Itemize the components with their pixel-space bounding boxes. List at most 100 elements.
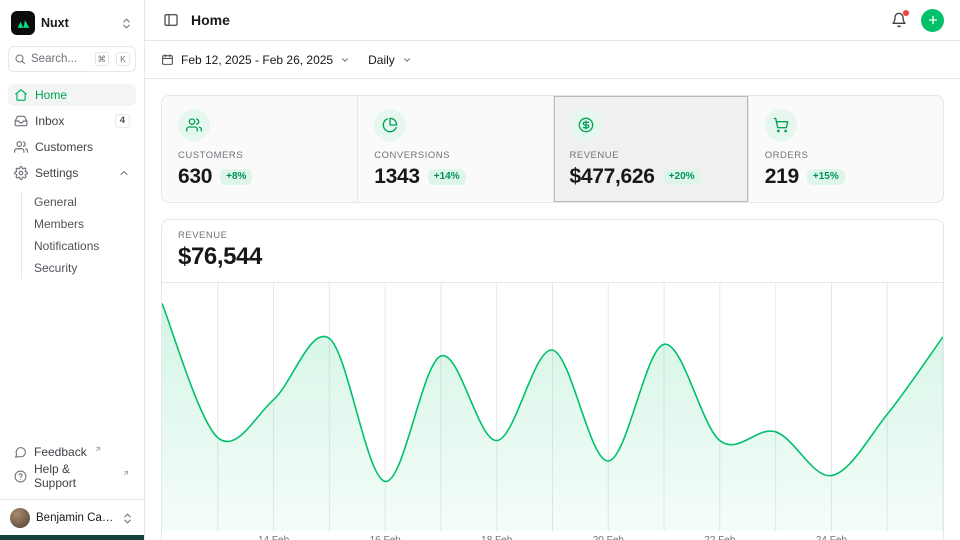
stat-label: REVENUE — [570, 150, 732, 161]
stat-value: 1343 — [374, 165, 420, 189]
date-range-picker[interactable]: Feb 12, 2025 - Feb 26, 2025 — [161, 53, 350, 67]
date-range-label: Feb 12, 2025 - Feb 26, 2025 — [181, 53, 333, 67]
external-link-icon — [94, 445, 102, 453]
sidebar-item-inbox[interactable]: Inbox 4 — [8, 110, 136, 132]
sidebar-item-label: Inbox — [35, 114, 64, 128]
period-select[interactable]: Daily — [368, 53, 412, 67]
x-axis-label: 22 Feb — [704, 535, 735, 540]
x-axis: 14 Feb 16 Feb 18 Feb 20 Feb 22 Feb 24 Feb — [162, 531, 943, 540]
chevrons-up-down-icon — [120, 17, 133, 30]
dashboard-app: Nuxt Search... ⌘ K Home Inbox 4 Customer… — [0, 0, 960, 540]
sidebar-item-label: Home — [35, 88, 67, 102]
inbox-count-badge: 4 — [115, 114, 130, 128]
settings-sub-list: General Members Notifications Security — [21, 191, 136, 279]
calendar-icon — [161, 53, 174, 66]
filters-toolbar: Feb 12, 2025 - Feb 26, 2025 Daily — [145, 41, 960, 79]
sidebar-item-customers[interactable]: Customers — [8, 136, 136, 158]
chat-bubble-icon — [14, 446, 27, 459]
collapse-sidebar-button[interactable] — [161, 10, 181, 30]
user-name: Benjamin Canac — [36, 512, 115, 524]
stat-icon-wrap — [374, 109, 406, 141]
chevron-up-icon — [118, 167, 130, 179]
external-link-icon — [122, 469, 130, 477]
stat-icon-wrap — [765, 109, 797, 141]
stat-value: 219 — [765, 165, 799, 189]
x-axis-label: 18 Feb — [481, 535, 512, 540]
page-title: Home — [191, 12, 230, 28]
content-area: CUSTOMERS 630 +8% CONVERSIONS 1343 +14% — [145, 79, 960, 540]
home-icon — [14, 88, 28, 102]
sidebar-item-notifications[interactable]: Notifications — [22, 235, 136, 257]
sidebar-item-members[interactable]: Members — [22, 213, 136, 235]
users-icon — [14, 140, 28, 154]
main-panel: Home Feb 12, 2025 - Feb 26, 2025 Daily — [145, 0, 960, 540]
stat-icon-wrap — [178, 109, 210, 141]
add-button[interactable] — [921, 9, 944, 32]
x-axis-label: 16 Feb — [370, 535, 401, 540]
stat-delta-badge: +15% — [807, 169, 845, 185]
search-icon — [14, 53, 26, 65]
dollar-circle-icon — [578, 117, 594, 133]
x-axis-label: 14 Feb — [258, 535, 289, 540]
stat-customers[interactable]: CUSTOMERS 630 +8% — [162, 96, 357, 202]
sidebar-item-label: Customers — [35, 140, 93, 154]
revenue-chart-card: REVENUE $76,544 — [161, 219, 944, 540]
feedback-link[interactable]: Feedback — [8, 441, 136, 463]
chart-title: REVENUE — [178, 230, 927, 241]
help-support-link[interactable]: Help & Support — [8, 465, 136, 487]
stat-revenue[interactable]: REVENUE $477,626 +20% — [553, 96, 748, 202]
top-bar-actions — [891, 9, 944, 32]
nuxt-logo-icon — [11, 11, 35, 35]
search-placeholder: Search... — [31, 53, 88, 65]
search-input[interactable]: Search... ⌘ K — [8, 46, 136, 72]
stat-icon-wrap — [570, 109, 602, 141]
notification-dot — [903, 10, 909, 16]
notifications-button[interactable] — [891, 12, 907, 28]
kbd-cmd: ⌘ — [95, 52, 110, 66]
stat-label: ORDERS — [765, 150, 927, 161]
sidebar-item-security[interactable]: Security — [22, 257, 136, 279]
team-name: Nuxt — [41, 16, 114, 30]
sub-item-label: Security — [34, 261, 77, 275]
stat-orders[interactable]: ORDERS 219 +15% — [748, 96, 943, 202]
sidebar-spacer — [8, 281, 136, 441]
footer-link-label: Help & Support — [34, 462, 115, 490]
top-bar: Home — [145, 0, 960, 41]
x-axis-label: 20 Feb — [593, 535, 624, 540]
shopping-cart-icon — [773, 117, 789, 133]
footer-link-label: Feedback — [34, 445, 87, 459]
sidebar-footer-links: Feedback Help & Support — [8, 441, 136, 487]
gear-icon — [14, 166, 28, 180]
stat-value: 630 — [178, 165, 212, 189]
user-menu[interactable]: Benjamin Canac — [0, 499, 144, 540]
team-switcher[interactable]: Nuxt — [8, 10, 136, 36]
revenue-chart[interactable] — [162, 283, 943, 531]
chart-total-value: $76,544 — [178, 243, 927, 271]
chart-header: REVENUE $76,544 — [162, 220, 943, 283]
users-icon — [186, 117, 202, 133]
stat-delta-badge: +14% — [428, 169, 466, 185]
chart-pie-icon — [382, 117, 398, 133]
period-label: Daily — [368, 53, 395, 67]
stat-delta-badge: +8% — [220, 169, 252, 185]
chevrons-up-down-icon — [121, 512, 134, 525]
sub-item-label: General — [34, 195, 77, 209]
x-axis-label: 24 Feb — [816, 535, 847, 540]
stats-row: CUSTOMERS 630 +8% CONVERSIONS 1343 +14% — [161, 95, 944, 203]
sidebar-item-home[interactable]: Home — [8, 84, 136, 106]
sub-item-label: Members — [34, 217, 84, 231]
bottom-strip — [0, 535, 144, 540]
stat-value: $477,626 — [570, 165, 655, 189]
sidebar-item-settings[interactable]: Settings — [8, 162, 136, 184]
chevron-down-icon — [402, 55, 412, 65]
stat-delta-badge: +20% — [663, 169, 701, 185]
chevron-down-icon — [340, 55, 350, 65]
panel-left-icon — [163, 12, 179, 28]
help-circle-icon — [14, 470, 27, 483]
sidebar: Nuxt Search... ⌘ K Home Inbox 4 Customer… — [0, 0, 145, 540]
sidebar-nav: Home Inbox 4 Customers Settings General … — [8, 84, 136, 281]
sidebar-item-general[interactable]: General — [22, 191, 136, 213]
stat-conversions[interactable]: CONVERSIONS 1343 +14% — [357, 96, 552, 202]
sub-item-label: Notifications — [34, 239, 99, 253]
inbox-icon — [14, 114, 28, 128]
